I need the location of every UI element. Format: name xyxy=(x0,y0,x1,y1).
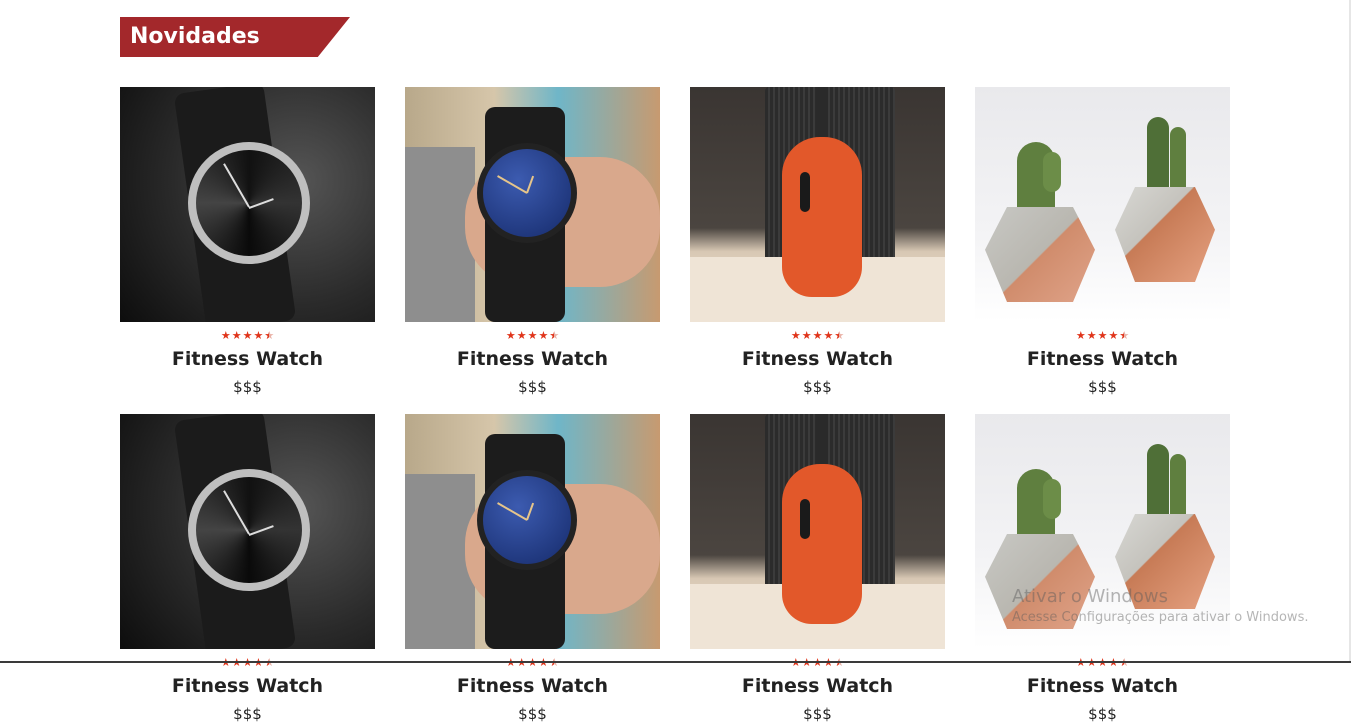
star-icon: ★ xyxy=(823,329,834,342)
star-icon: ★ xyxy=(1108,657,1118,669)
star-icon: ★ xyxy=(528,657,538,669)
star-icon: ★ xyxy=(1097,329,1108,342)
star-icon: ★ xyxy=(1098,657,1108,669)
rating-stars: ★ ★ ★ ★ ★ xyxy=(975,329,1230,343)
rating-stars: ★ ★ ★ ★ ★ xyxy=(690,657,945,670)
half-star-icon: ★ xyxy=(1119,330,1129,343)
product-price: $$$ xyxy=(803,378,832,396)
product-title[interactable]: Fitness Watch xyxy=(405,348,660,370)
product-price: $$$ xyxy=(803,705,832,723)
star-icon: ★ xyxy=(813,657,823,669)
star-icon: ★ xyxy=(1087,657,1097,669)
half-star-icon: ★ xyxy=(264,330,274,343)
rating-stars: ★ ★ ★ ★ ★ xyxy=(690,329,945,343)
product-card[interactable]: ★ ★ ★ ★ ★ Fitness Watch $$$ xyxy=(405,87,660,398)
watermark-subtitle: Acesse Configurações para ativar o Windo… xyxy=(1012,610,1309,625)
half-star-icon: ★ xyxy=(549,657,559,670)
rating-stars: ★ ★ ★ ★ ★ xyxy=(405,329,660,343)
star-icon: ★ xyxy=(232,657,242,669)
product-card[interactable]: ★ ★ ★ ★ ★ Fitness Watch $$$ xyxy=(405,414,660,725)
product-image-black-watch[interactable] xyxy=(120,414,375,649)
half-star-icon: ★ xyxy=(1119,657,1129,670)
product-price: $$$ xyxy=(233,705,262,723)
product-image-blue-watch[interactable] xyxy=(405,87,660,322)
star-icon: ★ xyxy=(1075,329,1086,342)
product-price: $$$ xyxy=(518,705,547,723)
rating-stars: ★ ★ ★ ★ ★ xyxy=(405,657,660,670)
rating-stars: ★ ★ ★ ★ ★ xyxy=(120,657,375,670)
star-icon: ★ xyxy=(517,657,527,669)
star-icon: ★ xyxy=(1086,329,1097,342)
product-title[interactable]: Fitness Watch xyxy=(120,348,375,370)
product-card[interactable]: ★ ★ ★ ★ ★ Fitness Watch $$$ xyxy=(690,87,945,398)
product-card[interactable]: ★ ★ ★ ★ ★ Fitness Watch $$$ xyxy=(975,414,1230,725)
star-icon: ★ xyxy=(1108,329,1119,342)
rating-stars: ★ ★ ★ ★ ★ xyxy=(120,329,375,343)
rating-stars: ★ ★ ★ ★ ★ xyxy=(975,657,1230,670)
product-card[interactable]: ★ ★ ★ ★ ★ Fitness Watch $$$ xyxy=(975,87,1230,398)
product-title[interactable]: Fitness Watch xyxy=(405,675,660,697)
watermark-title: Ativar o Windows xyxy=(1012,586,1168,607)
star-icon: ★ xyxy=(253,329,264,342)
star-icon: ★ xyxy=(527,329,538,342)
product-image-blue-watch[interactable] xyxy=(405,414,660,649)
product-title[interactable]: Fitness Watch xyxy=(690,675,945,697)
section-header: Novidades xyxy=(120,17,350,57)
product-title[interactable]: Fitness Watch xyxy=(975,675,1230,697)
star-icon: ★ xyxy=(812,329,823,342)
star-icon: ★ xyxy=(253,657,263,669)
star-icon: ★ xyxy=(506,657,516,669)
star-icon: ★ xyxy=(221,657,231,669)
product-image-black-watch[interactable] xyxy=(120,87,375,322)
section-title: Novidades xyxy=(130,24,260,49)
windows-activation-watermark: Ativar o Windows Acesse Configurações pa… xyxy=(1012,586,1308,628)
star-icon: ★ xyxy=(823,657,833,669)
product-image-ukulele[interactable] xyxy=(690,87,945,322)
product-price: $$$ xyxy=(518,378,547,396)
star-icon: ★ xyxy=(220,329,231,342)
product-price: $$$ xyxy=(1088,705,1117,723)
half-star-icon: ★ xyxy=(549,330,559,343)
product-card[interactable]: ★ ★ ★ ★ ★ Fitness Watch $$$ xyxy=(120,414,375,725)
star-icon: ★ xyxy=(790,329,801,342)
product-price: $$$ xyxy=(1088,378,1117,396)
product-price: $$$ xyxy=(233,378,262,396)
star-icon: ★ xyxy=(243,657,253,669)
star-icon: ★ xyxy=(231,329,242,342)
product-title[interactable]: Fitness Watch xyxy=(120,675,375,697)
half-star-icon: ★ xyxy=(834,330,844,343)
half-star-icon: ★ xyxy=(264,657,274,670)
star-icon: ★ xyxy=(801,329,812,342)
product-grid: ★ ★ ★ ★ ★ Fitness Watch $$$ ★ ★ ★ ★ ★ Fi… xyxy=(120,87,1230,725)
star-icon: ★ xyxy=(505,329,516,342)
star-icon: ★ xyxy=(802,657,812,669)
half-star-icon: ★ xyxy=(834,657,844,670)
product-card[interactable]: ★ ★ ★ ★ ★ Fitness Watch $$$ xyxy=(690,414,945,725)
star-icon: ★ xyxy=(538,657,548,669)
product-image-cactus[interactable] xyxy=(975,87,1230,322)
product-image-ukulele[interactable] xyxy=(690,414,945,649)
product-title[interactable]: Fitness Watch xyxy=(690,348,945,370)
star-icon: ★ xyxy=(538,329,549,342)
star-icon: ★ xyxy=(791,657,801,669)
star-icon: ★ xyxy=(1076,657,1086,669)
product-card[interactable]: ★ ★ ★ ★ ★ Fitness Watch $$$ xyxy=(120,87,375,398)
product-title[interactable]: Fitness Watch xyxy=(975,348,1230,370)
star-icon: ★ xyxy=(516,329,527,342)
star-icon: ★ xyxy=(242,329,253,342)
